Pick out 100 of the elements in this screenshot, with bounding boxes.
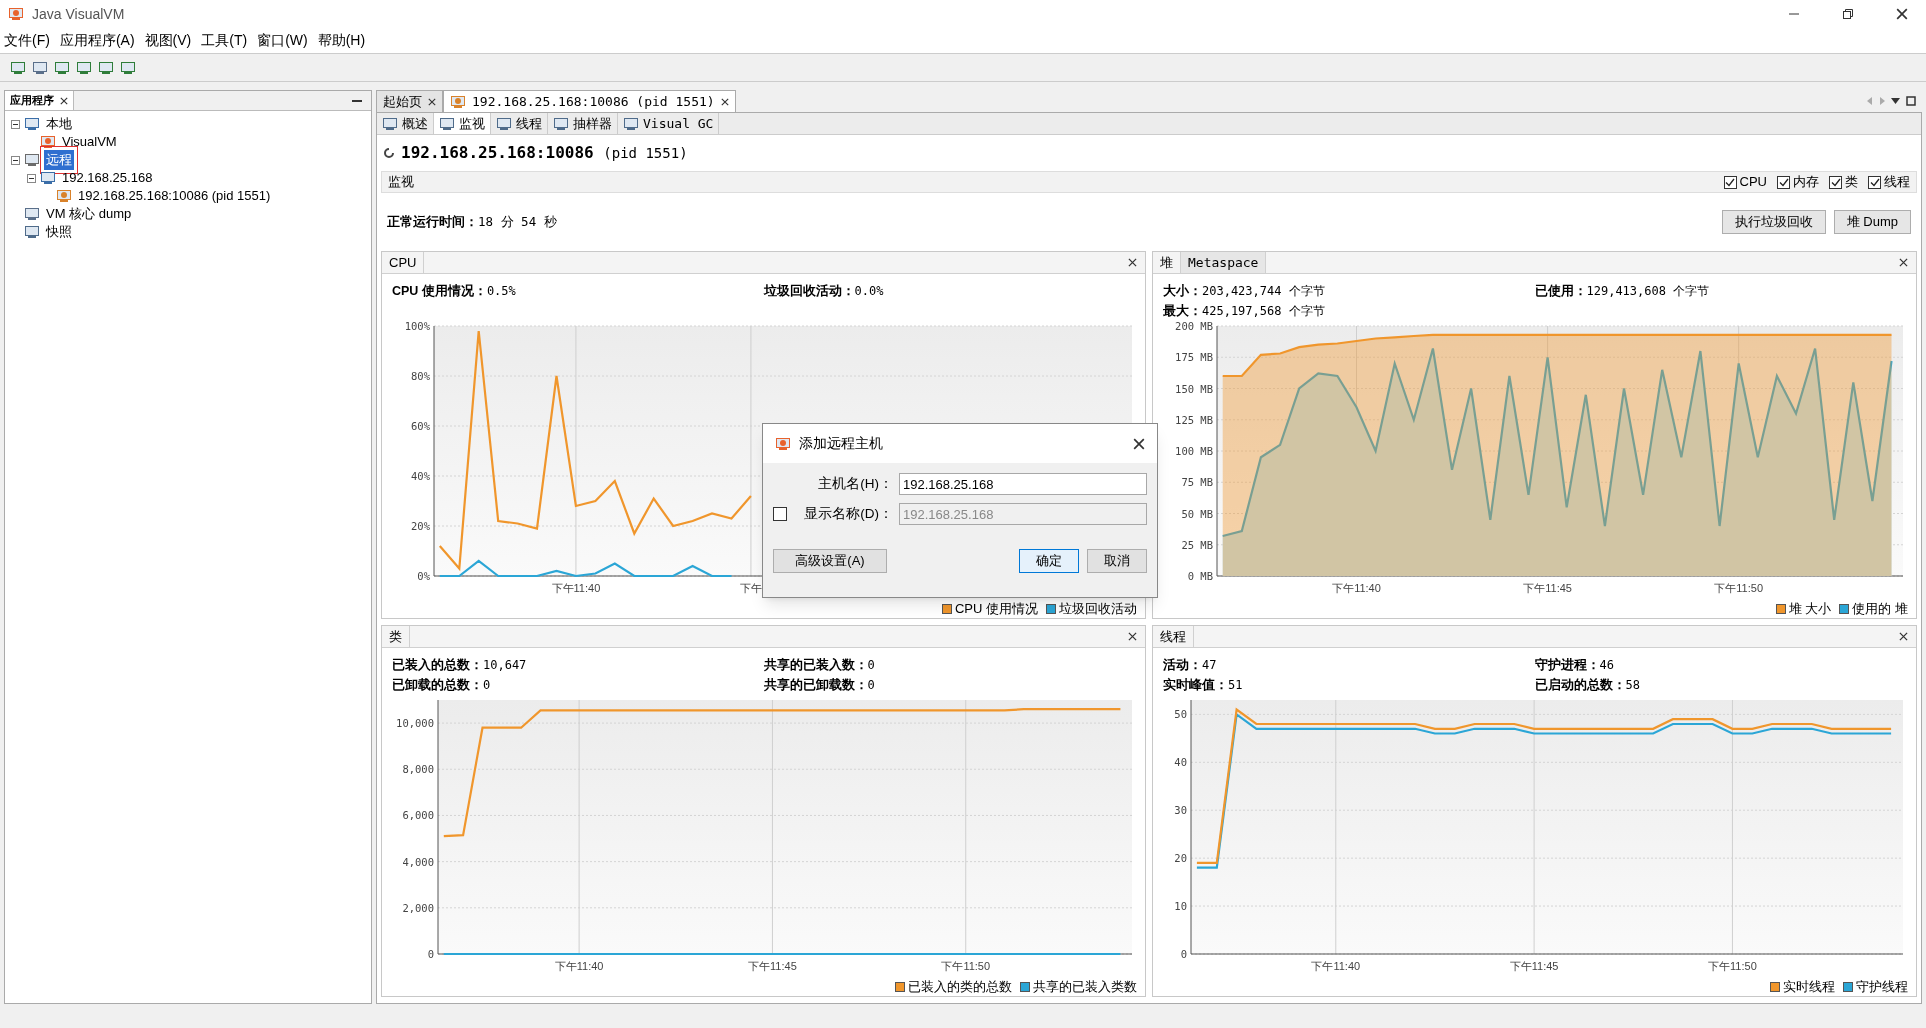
axis-label: 10,000 bbox=[396, 717, 434, 730]
close-icon[interactable] bbox=[720, 97, 729, 106]
dropdown-icon[interactable] bbox=[1891, 98, 1900, 104]
axis-label: 下午11:50 bbox=[1708, 960, 1757, 972]
process-icon bbox=[450, 93, 466, 110]
axis-label: 200 MB bbox=[1175, 320, 1213, 332]
toolbar-icon bbox=[120, 59, 136, 76]
uptime-text: 正常运行时间：18 分 54 秒 bbox=[387, 213, 558, 232]
tree-item[interactable]: 快照 bbox=[44, 222, 74, 242]
menu-item[interactable]: 帮助(H) bbox=[317, 30, 366, 51]
axis-label: 下午11:45 bbox=[1509, 960, 1559, 972]
stat-text: 垃圾回收活动：0.0% bbox=[763, 283, 885, 300]
close-icon[interactable] bbox=[1896, 8, 1908, 20]
toolbar-icon bbox=[32, 59, 48, 76]
stat-text: CPU 使用情况：0.5% bbox=[392, 283, 517, 300]
axis-label: 20 bbox=[1174, 852, 1187, 865]
close-icon[interactable] bbox=[1899, 632, 1908, 641]
axis-label: 100% bbox=[404, 320, 430, 332]
menu-item[interactable]: 文件(F) bbox=[4, 30, 50, 51]
restore-icon[interactable] bbox=[1906, 96, 1916, 106]
process-icon bbox=[56, 188, 72, 204]
checkbox[interactable] bbox=[1777, 175, 1790, 189]
axis-label: 下午11:40 bbox=[1311, 960, 1361, 972]
legend-label: 实时线程 bbox=[1783, 978, 1835, 997]
section-title: 监视 bbox=[388, 173, 415, 192]
menu-item[interactable]: 窗口(W) bbox=[257, 30, 308, 51]
tree-item[interactable]: VisualVM bbox=[60, 132, 119, 152]
axis-label: 175 MB bbox=[1175, 351, 1213, 364]
checkbox[interactable] bbox=[1868, 175, 1881, 189]
tree-item[interactable]: VM 核心 dump bbox=[44, 204, 134, 224]
checkbox-label: 线程 bbox=[1884, 173, 1910, 192]
close-icon[interactable] bbox=[1899, 258, 1908, 267]
toolbar-icon bbox=[98, 59, 114, 76]
legend-label: 堆 大小 bbox=[1788, 600, 1832, 619]
close-icon[interactable] bbox=[1128, 632, 1137, 641]
menu-item[interactable]: 视图(V) bbox=[144, 30, 192, 51]
document-tab[interactable]: 起始页 bbox=[376, 90, 443, 112]
check-icon bbox=[1830, 177, 1841, 187]
menu-item[interactable]: 应用程序(A) bbox=[59, 30, 135, 51]
axis-label: 50 MB bbox=[1181, 507, 1213, 520]
axis-label: 30 bbox=[1174, 804, 1187, 817]
stat-text: 最大：425,197,568 个字节 bbox=[1163, 302, 1326, 320]
stat-text: 共享的已卸载数：0 bbox=[763, 676, 876, 694]
menu-item[interactable]: 工具(T) bbox=[201, 30, 248, 51]
app-icon bbox=[8, 6, 24, 22]
stat-text: 实时峰值：51 bbox=[1163, 676, 1244, 694]
maximize-icon[interactable] bbox=[1842, 8, 1854, 20]
stat-text: 共享的已装入数：0 bbox=[763, 657, 876, 674]
page-title: 192.168.25.168:10086 (pid 1551) bbox=[401, 142, 688, 164]
checkbox-label: CPU bbox=[1739, 173, 1767, 192]
dialog-button[interactable]: 高级设置(A) bbox=[773, 549, 887, 573]
check-icon bbox=[1725, 177, 1736, 187]
stat-text: 已使用：129,413,608 个字节 bbox=[1534, 283, 1711, 300]
close-icon[interactable] bbox=[428, 97, 436, 106]
window-title: Java VisualVM bbox=[32, 4, 126, 24]
collapse-icon[interactable] bbox=[11, 119, 20, 129]
view-tab[interactable]: 监视 bbox=[434, 113, 491, 134]
tab-icon bbox=[382, 115, 398, 132]
tab-icon bbox=[623, 115, 639, 132]
dialog-button[interactable]: 取消 bbox=[1087, 549, 1147, 573]
axis-label: 下午11:40 bbox=[551, 582, 601, 594]
axis-label: 下午11:40 bbox=[554, 960, 604, 972]
collapse-icon[interactable] bbox=[11, 155, 20, 165]
toolbar-icon bbox=[10, 59, 26, 76]
document-tab[interactable]: 192.168.25.168:10086 (pid 1551) bbox=[443, 90, 736, 112]
checkbox[interactable] bbox=[1723, 175, 1737, 189]
stat-text: 守护进程：46 bbox=[1534, 657, 1615, 674]
close-icon[interactable] bbox=[60, 96, 68, 105]
axis-label: 125 MB bbox=[1175, 413, 1213, 426]
axis-label: 0 bbox=[427, 948, 434, 960]
axis-label: 75 MB bbox=[1181, 476, 1213, 489]
collapse-icon[interactable] bbox=[27, 173, 36, 183]
tree-item[interactable]: 本地 bbox=[44, 114, 74, 134]
checkbox[interactable] bbox=[1829, 175, 1842, 189]
tab-icon bbox=[496, 115, 512, 132]
axis-label: 下午11:40 bbox=[1332, 582, 1381, 594]
axis-label: 2,000 bbox=[402, 901, 434, 914]
dialog-button[interactable]: 确定 bbox=[1019, 549, 1079, 573]
tab-icon bbox=[439, 115, 455, 132]
axis-label: 4,000 bbox=[402, 855, 434, 868]
axis-label: 下午 bbox=[739, 582, 762, 594]
action-button[interactable]: 执行垃圾回收 bbox=[1721, 210, 1826, 234]
close-icon[interactable] bbox=[1133, 437, 1145, 450]
action-button[interactable]: 堆 Dump bbox=[1833, 210, 1911, 234]
tree-item[interactable]: 192.168.25.168:10086 (pid 1551) bbox=[76, 186, 273, 206]
check-icon bbox=[1778, 177, 1789, 187]
text-field[interactable]: 192.168.25.168 bbox=[899, 473, 1147, 495]
legend-label: 已装入的类的总数 bbox=[908, 978, 1012, 997]
panel-tab[interactable]: 应用程序 bbox=[5, 91, 74, 110]
axis-label: 150 MB bbox=[1175, 382, 1213, 395]
field-label: 显示名称(D)： bbox=[803, 504, 893, 523]
legend-label: 守护线程 bbox=[1856, 978, 1908, 997]
tree-item[interactable]: 192.168.25.168 bbox=[60, 168, 155, 188]
stat-text: 活动：47 bbox=[1163, 657, 1218, 674]
legend-label: CPU 使用情况 bbox=[954, 600, 1038, 619]
stat-text: 已启动的总数：58 bbox=[1534, 676, 1641, 694]
close-icon[interactable] bbox=[1128, 258, 1137, 267]
panel-tab[interactable]: Metaspace bbox=[1181, 252, 1267, 273]
stat-text: 大小：203,423,744 个字节 bbox=[1163, 283, 1326, 300]
axis-label: 下午11:45 bbox=[748, 960, 797, 972]
